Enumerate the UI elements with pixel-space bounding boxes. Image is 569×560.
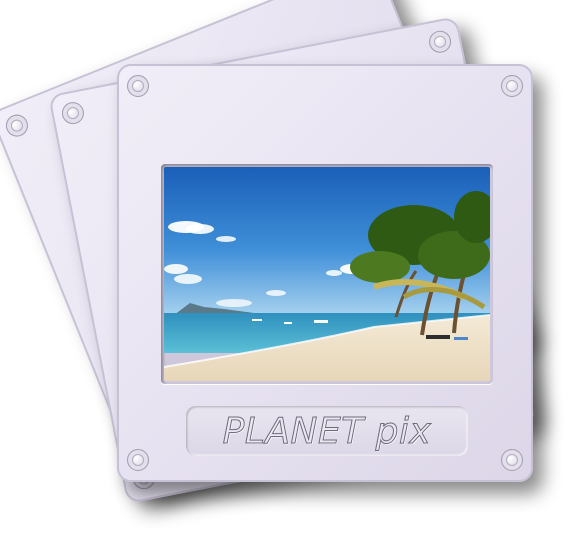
slide-stack: PLANET pix xyxy=(0,0,569,560)
screw-icon xyxy=(501,75,523,97)
screw-icon xyxy=(127,75,149,97)
photo-frame xyxy=(161,164,493,384)
screw-icon xyxy=(127,449,149,471)
brand-label-plate: PLANET pix xyxy=(186,406,468,456)
beach-photo-image xyxy=(164,167,490,381)
front-slide: PLANET pix xyxy=(117,64,533,482)
beach-photo xyxy=(164,167,490,381)
screw-icon xyxy=(60,100,86,126)
screw-icon xyxy=(427,28,453,55)
brand-logo-text: PLANET pix xyxy=(222,410,432,452)
screw-icon xyxy=(501,449,523,471)
screw-icon xyxy=(2,111,32,140)
